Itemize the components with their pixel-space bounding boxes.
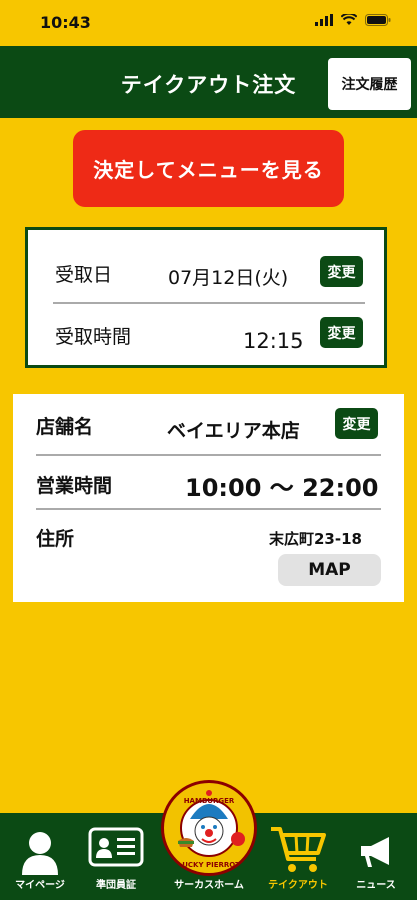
change-time-button[interactable]: 変更: [320, 317, 363, 348]
tab-mypage[interactable]: マイページ: [0, 813, 80, 900]
status-bar: 10:43: [0, 0, 417, 46]
divider: [53, 302, 365, 304]
store-name-label: 店舗名: [36, 416, 94, 438]
status-time: 10:43: [40, 13, 91, 32]
tab-news[interactable]: ニュース: [336, 813, 416, 900]
status-icons: [315, 14, 391, 26]
hours-label: 営業時間: [36, 475, 113, 497]
battery-icon: [365, 14, 391, 26]
order-history-button[interactable]: 注文履歴: [328, 58, 411, 110]
wifi-icon: [341, 14, 357, 25]
tab-label: ニュース: [356, 880, 396, 891]
lucky-pierrot-logo[interactable]: HAMBURGER LUCKY PIERROT: [161, 780, 257, 876]
tab-label: サーカスホーム: [174, 880, 244, 891]
id-card-icon: [88, 827, 144, 867]
divider: [36, 454, 381, 456]
divider: [36, 508, 381, 510]
tab-label: テイクアウト: [268, 880, 328, 891]
megaphone-icon: [361, 837, 389, 867]
change-date-button[interactable]: 変更: [320, 256, 363, 287]
logo-top-text: HAMBURGER: [184, 797, 235, 805]
address-label: 住所: [36, 528, 75, 550]
hours-value: 10:00 ～ 22:00: [185, 474, 379, 502]
person-icon: [22, 832, 58, 875]
pickup-date-label: 受取日: [55, 264, 113, 286]
pickup-time-value: 12:15: [243, 329, 304, 353]
pickup-time-label: 受取時間: [55, 326, 132, 348]
signal-icon: [315, 14, 333, 26]
tab-label: 準団員証: [96, 880, 136, 891]
change-store-button[interactable]: 変更: [335, 408, 378, 439]
tab-member-card[interactable]: 準団員証: [76, 813, 156, 900]
tab-label: マイページ: [15, 880, 65, 891]
logo-bottom-text: LUCKY PIERROT: [178, 861, 240, 869]
store-card: 店舗名 ベイエリア本店 変更 営業時間 10:00 ～ 22:00 住所 末広町…: [13, 394, 404, 602]
pickup-date-value: 07月12日(火): [168, 267, 289, 289]
address-value: 末広町23-18: [269, 530, 362, 548]
header: テイクアウト注文 注文履歴: [0, 46, 417, 118]
logo-icon: HAMBURGER LUCKY PIERROT: [166, 785, 252, 871]
cart-icon: [271, 827, 326, 872]
map-button[interactable]: MAP: [278, 554, 381, 586]
pickup-card: 受取日 07月12日(火) 変更 受取時間 12:15 変更: [25, 227, 387, 368]
tab-takeout[interactable]: テイクアウト: [258, 813, 338, 900]
store-name-value: ベイエリア本店: [167, 420, 300, 442]
confirm-view-menu-button[interactable]: 決定してメニューを見る: [73, 130, 344, 207]
